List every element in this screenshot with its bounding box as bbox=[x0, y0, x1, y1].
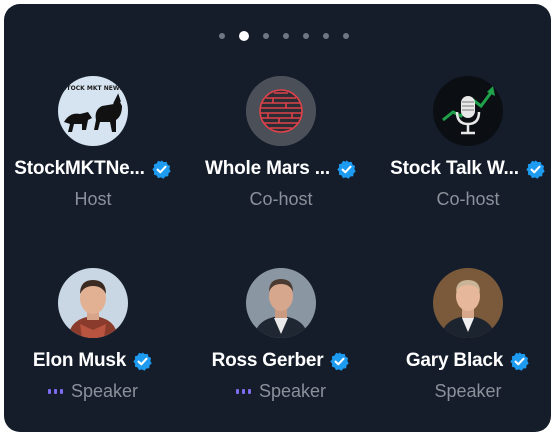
speaking-indicator-icon bbox=[235, 388, 251, 394]
participant-ross-gerber[interactable]: Ross Gerber Speaker bbox=[190, 268, 372, 402]
space-participants-panel: STOCK MKT NEWS StockMKTNe... Host Whole … bbox=[4, 4, 551, 432]
verified-badge-icon bbox=[133, 351, 152, 371]
bull-bear-logo-icon: STOCK MKT NEWS bbox=[58, 76, 128, 146]
avatar[interactable] bbox=[58, 268, 128, 338]
verified-badge-icon bbox=[510, 351, 529, 371]
verified-badge-icon bbox=[152, 159, 171, 179]
avatar[interactable] bbox=[246, 76, 316, 146]
participant-role: Co-host bbox=[249, 188, 313, 209]
participant-elon-musk[interactable]: Elon Musk Speaker bbox=[2, 268, 184, 402]
verified-badge-icon bbox=[526, 159, 545, 179]
page-dot[interactable] bbox=[302, 33, 309, 39]
participant-name: Stock Talk W... bbox=[390, 158, 519, 179]
avatar-logo-text: STOCK MKT NEWS bbox=[62, 85, 124, 92]
participant-role: Co-host bbox=[436, 188, 500, 209]
page-dot[interactable] bbox=[282, 33, 289, 39]
avatar[interactable]: STOCK MKT NEWS bbox=[58, 76, 128, 146]
page-dot[interactable] bbox=[262, 33, 269, 39]
participant-role: Speaker bbox=[434, 380, 502, 401]
page-dot[interactable] bbox=[322, 33, 329, 39]
avatar[interactable] bbox=[433, 76, 503, 146]
page-dot-active[interactable] bbox=[238, 31, 249, 41]
red-globe-logo-icon bbox=[246, 76, 316, 146]
participant-name: Elon Musk bbox=[32, 350, 127, 371]
participant-name: Whole Mars ... bbox=[205, 158, 330, 179]
participant-whole-mars[interactable]: Whole Mars ... Co-host bbox=[190, 76, 372, 210]
participant-role: Host bbox=[74, 188, 112, 209]
page-indicator bbox=[4, 28, 551, 44]
page-dot[interactable] bbox=[218, 33, 225, 39]
person-photo-icon bbox=[58, 268, 128, 338]
participant-stockmktnews[interactable]: STOCK MKT NEWS StockMKTNe... Host bbox=[2, 76, 184, 210]
person-photo-icon bbox=[433, 268, 503, 338]
participant-gary-black[interactable]: Gary Black Speaker bbox=[377, 268, 559, 402]
microphone-chart-logo-icon bbox=[433, 76, 503, 146]
avatar[interactable] bbox=[433, 268, 503, 338]
page-dot[interactable] bbox=[342, 33, 349, 39]
participant-role: Speaker bbox=[258, 380, 327, 401]
person-photo-icon bbox=[246, 268, 316, 338]
verified-badge-icon bbox=[337, 159, 356, 179]
participant-name: StockMKTNe... bbox=[14, 158, 145, 179]
participant-stock-talk[interactable]: Stock Talk W... Co-host bbox=[377, 76, 559, 210]
participant-name: Gary Black bbox=[405, 350, 504, 371]
participant-role: Speaker bbox=[70, 380, 139, 401]
participant-name: Ross Gerber bbox=[211, 350, 324, 371]
speaking-indicator-icon bbox=[47, 388, 63, 394]
verified-badge-icon bbox=[330, 351, 350, 371]
avatar[interactable] bbox=[246, 268, 316, 338]
